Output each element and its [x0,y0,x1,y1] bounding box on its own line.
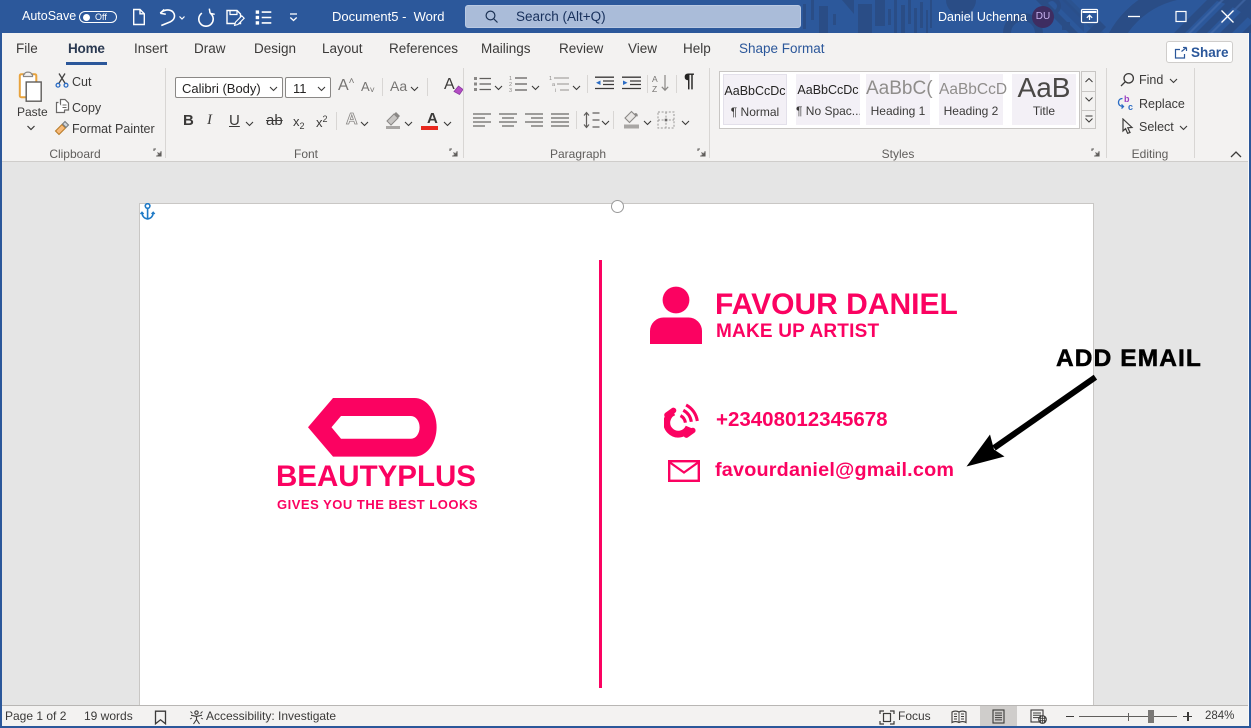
svg-text:Z: Z [652,84,657,93]
svg-text:A: A [652,74,658,84]
svg-text:c: c [1128,102,1133,111]
svg-text:3: 3 [509,88,512,93]
svg-text:i: i [555,88,556,93]
